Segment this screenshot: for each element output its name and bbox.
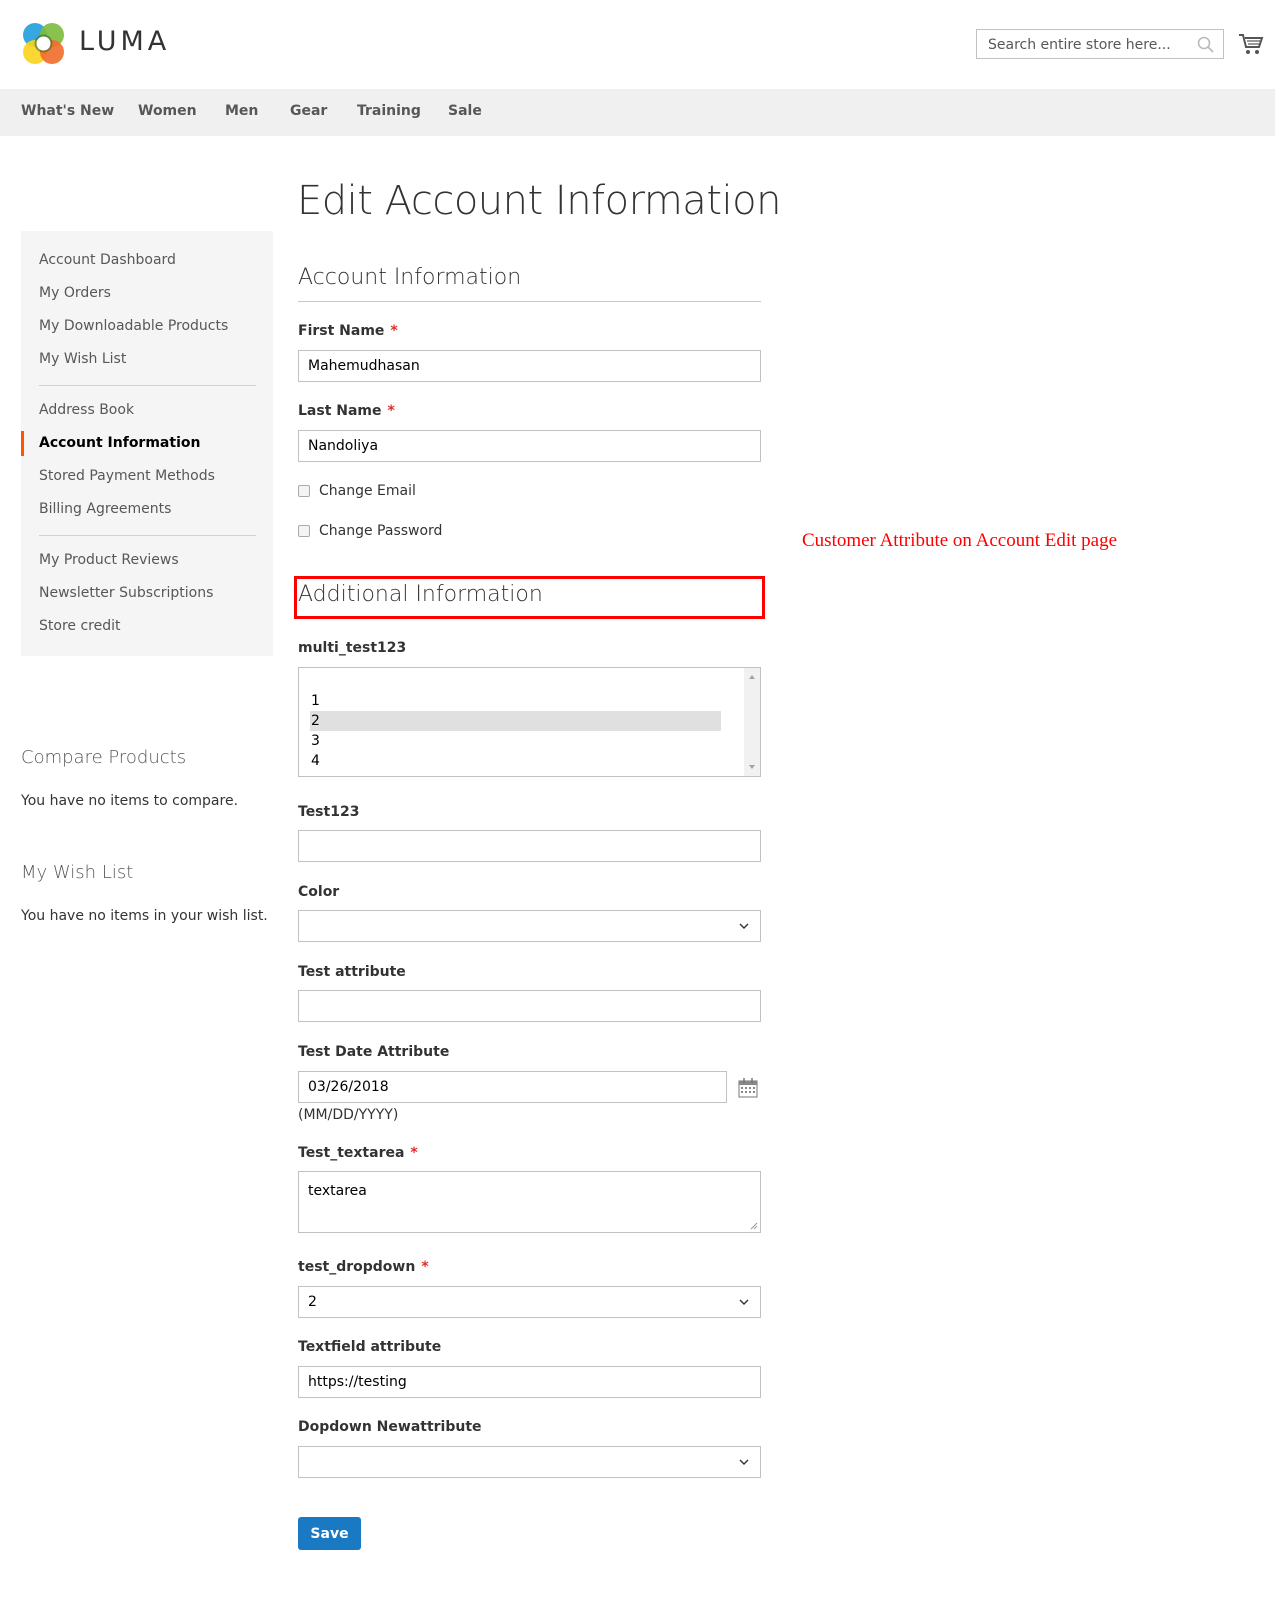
sidebar-item-billing-agreements[interactable]: Billing Agreements xyxy=(39,501,171,517)
multiselect-option[interactable]: 1 xyxy=(310,691,721,711)
resize-handle-icon[interactable] xyxy=(750,1222,758,1230)
change-password-label[interactable]: Change Password xyxy=(319,523,442,539)
nav-item-women[interactable]: Women xyxy=(138,103,197,119)
chevron-down-icon xyxy=(739,1299,749,1305)
change-password-checkbox[interactable] xyxy=(298,525,310,537)
multiselect-option-selected[interactable]: 2 xyxy=(310,711,721,731)
search-input[interactable] xyxy=(986,31,1190,59)
test123-input[interactable] xyxy=(298,830,761,862)
section-divider xyxy=(298,301,761,302)
nav-item-gear[interactable]: Gear xyxy=(290,103,327,119)
nav-item-training[interactable]: Training xyxy=(357,103,421,119)
sidebar-item-stored-payment-methods[interactable]: Stored Payment Methods xyxy=(39,468,215,484)
sidebar-divider xyxy=(39,535,256,536)
color-select[interactable] xyxy=(298,910,761,942)
multiselect-option[interactable]: 4 xyxy=(310,751,721,771)
required-marker: * xyxy=(410,1145,418,1161)
active-indicator xyxy=(21,431,24,456)
wishlist-title: My Wish List xyxy=(21,862,134,883)
color-label: Color xyxy=(298,884,340,900)
search-icon[interactable] xyxy=(1197,36,1215,54)
required-marker: * xyxy=(387,403,395,419)
test-textarea[interactable]: textarea xyxy=(298,1171,761,1233)
nav-item-sale[interactable]: Sale xyxy=(448,103,482,119)
last-name-label: Last Name * xyxy=(298,403,395,419)
sidebar-item-my-wish-list[interactable]: My Wish List xyxy=(39,351,126,367)
date-format-hint: (MM/DD/YYYY) xyxy=(298,1107,399,1123)
calendar-icon[interactable] xyxy=(737,1077,759,1099)
sidebar-item-account-information[interactable]: Account Information xyxy=(39,435,200,451)
test-date-input[interactable]: 03/26/2018 xyxy=(298,1071,727,1103)
textfield-attribute-label: Textfield attribute xyxy=(298,1339,442,1355)
multiselect-option[interactable] xyxy=(310,671,721,691)
sidebar-item-product-reviews[interactable]: My Product Reviews xyxy=(39,552,179,568)
nav-item-men[interactable]: Men xyxy=(225,103,258,119)
sidebar-item-store-credit[interactable]: Store credit xyxy=(39,618,120,634)
test-textarea-label: Test_textarea * xyxy=(298,1145,418,1161)
compare-products-title: Compare Products xyxy=(21,747,187,768)
luma-logo-icon[interactable] xyxy=(21,21,66,66)
test123-label: Test123 xyxy=(298,804,360,820)
sidebar-item-address-book[interactable]: Address Book xyxy=(39,402,134,418)
sidebar-item-account-dashboard[interactable]: Account Dashboard xyxy=(39,252,176,268)
dropdown-newattribute-label: Dopdown Newattribute xyxy=(298,1419,482,1435)
cart-icon[interactable] xyxy=(1238,32,1264,56)
page-title: Edit Account Information xyxy=(297,178,781,224)
sidebar-item-newsletter-subscriptions[interactable]: Newsletter Subscriptions xyxy=(39,585,213,601)
change-email-label[interactable]: Change Email xyxy=(319,483,416,499)
save-button[interactable]: Save xyxy=(298,1517,361,1550)
additional-information-heading: Additional Information xyxy=(298,582,543,607)
account-information-heading: Account Information xyxy=(298,265,522,290)
sidebar-divider xyxy=(39,385,256,386)
test-attribute-input[interactable] xyxy=(298,990,761,1022)
multiselect-scrollbar[interactable] xyxy=(744,668,760,776)
nav-item-whats-new[interactable]: What's New xyxy=(21,103,114,119)
last-name-input[interactable]: Nandoliya xyxy=(298,430,761,462)
account-sidebar: Account Dashboard My Orders My Downloada… xyxy=(21,231,273,656)
first-name-input[interactable]: Mahemudhasan xyxy=(298,350,761,382)
chevron-down-icon xyxy=(739,923,749,929)
required-marker: * xyxy=(390,323,398,339)
required-marker: * xyxy=(421,1259,429,1275)
compare-products-empty: You have no items to compare. xyxy=(21,793,239,809)
chevron-down-icon xyxy=(739,1459,749,1465)
multiselect-option[interactable]: 3 xyxy=(310,731,721,751)
test-dropdown-select[interactable]: 2 xyxy=(298,1286,761,1318)
wishlist-empty: You have no items in your wish list. xyxy=(21,908,268,924)
sidebar-item-downloadable-products[interactable]: My Downloadable Products xyxy=(39,318,228,334)
first-name-label: First Name * xyxy=(298,323,398,339)
main-nav: What's New Women Men Gear Training Sale xyxy=(0,89,1275,136)
dropdown-newattribute-select[interactable] xyxy=(298,1446,761,1478)
multi-test123-label: multi_test123 xyxy=(298,640,407,656)
search-box[interactable] xyxy=(976,29,1224,59)
logo-text[interactable]: LUMA xyxy=(79,26,170,57)
multi-test123-multiselect[interactable]: 1 2 3 4 xyxy=(298,667,761,777)
annotation-text: Customer Attribute on Account Edit page xyxy=(802,530,1118,551)
change-email-checkbox[interactable] xyxy=(298,485,310,497)
test-dropdown-label: test_dropdown * xyxy=(298,1259,429,1275)
sidebar-item-my-orders[interactable]: My Orders xyxy=(39,285,111,301)
test-date-label: Test Date Attribute xyxy=(298,1044,450,1060)
test-attribute-label: Test attribute xyxy=(298,964,406,980)
textfield-attribute-input[interactable]: https://testing xyxy=(298,1366,761,1398)
